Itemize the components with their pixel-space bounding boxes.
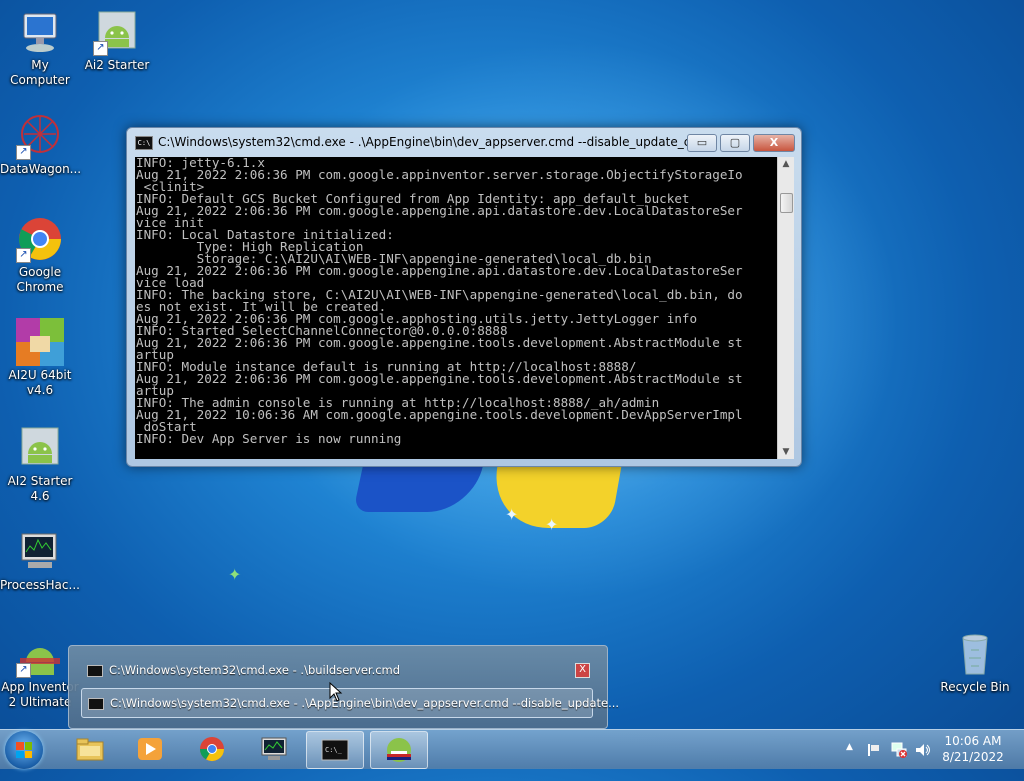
system-clock[interactable]: 10:06 AM 8/21/2022 [928, 733, 1018, 765]
taskbar-chrome[interactable] [184, 731, 240, 767]
desktop-icon-label: My Computer [10, 58, 70, 87]
taskbar-cmd[interactable]: C:\_ [306, 731, 364, 769]
cmd-window[interactable]: C:\ C:\Windows\system32\cmd.exe - .\AppEn… [126, 127, 802, 467]
scroll-up-arrow-icon[interactable]: ▲ [778, 157, 794, 171]
desktop-icon-label: Recycle Bin [940, 680, 1010, 694]
desktop-icon-label: AI2U 64bit v4.6 [8, 368, 72, 397]
chrome-icon [200, 737, 224, 762]
taskbar-processhacker[interactable] [246, 731, 302, 767]
taskbar-explorer[interactable] [62, 731, 118, 767]
svg-text:C:\_: C:\_ [325, 746, 343, 754]
tray-show-hidden-icon[interactable]: ▲ [846, 742, 853, 781]
android-icon: ↗ [93, 8, 141, 56]
scrollbar-thumb[interactable] [780, 193, 793, 213]
windows-logo-icon [16, 742, 32, 758]
desktop-icon-ai2u[interactable]: AI2U 64bit v4.6 [0, 318, 80, 398]
processhacker-icon [16, 528, 64, 576]
clock-time: 10:06 AM [944, 734, 1002, 748]
minimize-button[interactable]: ▭ [687, 134, 717, 152]
desktop-icon-label: Ai2 Starter [84, 58, 150, 72]
shortcut-arrow-icon: ↗ [93, 41, 108, 56]
window-title: C:\Windows\system32\cmd.exe - .\AppEngin… [158, 135, 691, 149]
desktop-icon-ai2-starter-4-6[interactable]: AI2 Starter 4.6 [0, 424, 80, 504]
wallpaper-sparkle: ✦ [228, 565, 242, 584]
network-icon[interactable] [890, 741, 908, 759]
popup-close-icon[interactable]: X [575, 663, 590, 678]
shortcut-arrow-icon: ↗ [16, 663, 31, 678]
taskbar-media-player[interactable] [122, 731, 178, 767]
mouse-cursor-icon [329, 682, 343, 702]
desktop-icon-label: ProcessHac... [0, 578, 80, 592]
popup-item-buildserver[interactable]: C:\Windows\system32\cmd.exe - .\buildser… [81, 656, 581, 684]
desktop-icon-recycle-bin[interactable]: Recycle Bin [935, 630, 1015, 695]
cmd-icon [88, 697, 104, 710]
desktop-icon-label: Google Chrome [16, 265, 64, 294]
desktop-icon-label: AI2 Starter 4.6 [7, 474, 73, 503]
chrome-icon: ↗ [16, 215, 64, 263]
wallpaper-sparkle: ✦ [505, 505, 519, 524]
start-button[interactable] [5, 731, 43, 769]
cmd-icon [87, 664, 103, 677]
window-title-bar[interactable]: C:\ C:\Windows\system32\cmd.exe - .\AppEn… [135, 132, 691, 152]
ai2-starter-icon [387, 738, 411, 762]
media-player-icon [138, 738, 162, 760]
desktop-icon-my-computer[interactable]: My Computer [0, 8, 80, 88]
desktop-icon-ai2-starter[interactable]: ↗ Ai2 Starter [77, 8, 157, 73]
computer-icon [16, 8, 64, 56]
explorer-icon [76, 738, 104, 761]
vertical-scrollbar[interactable]: ▲ ▼ [777, 157, 794, 459]
desktop-icon-processhacker[interactable]: ProcessHac... [0, 528, 80, 593]
clock-date: 8/21/2022 [942, 750, 1004, 764]
datawagon-icon: ↗ [16, 112, 64, 160]
popup-item-label: C:\Windows\system32\cmd.exe - .\buildser… [109, 663, 401, 677]
cmd-icon: C:\_ [321, 739, 349, 761]
recycle-bin-icon [951, 630, 999, 678]
desktop-icon-datawagon[interactable]: ↗ DataWagon... [0, 112, 82, 177]
maximize-button[interactable]: ▢ [720, 134, 750, 152]
popup-item-label: C:\Windows\system32\cmd.exe - .\AppEngin… [110, 696, 620, 710]
taskbar-ai2-starter[interactable] [370, 731, 428, 769]
appinventor-icon: ↗ [16, 630, 64, 678]
ai2u-icon [16, 318, 64, 366]
cmd-icon: C:\ [135, 135, 153, 150]
close-button[interactable]: X [753, 134, 795, 152]
taskbar: C:\_ ▲ 10:06 AM 8/21/2022 [0, 729, 1024, 769]
shortcut-arrow-icon: ↗ [16, 248, 31, 263]
wallpaper-sparkle: ✦ [545, 515, 559, 534]
shortcut-arrow-icon: ↗ [16, 145, 31, 160]
action-center-flag-icon[interactable] [866, 742, 882, 758]
processhacker-icon [261, 737, 287, 760]
console-output[interactable]: INFO: jetty-6.1.x Aug 21, 2022 2:06:36 P… [135, 157, 777, 459]
desktop-icon-label: DataWagon... [0, 162, 82, 176]
scroll-down-arrow-icon[interactable]: ▼ [778, 445, 794, 459]
desktop-icon-google-chrome[interactable]: ↗ Google Chrome [0, 215, 80, 295]
console-text: INFO: jetty-6.1.x Aug 21, 2022 2:06:36 P… [136, 157, 743, 446]
android-icon [16, 424, 64, 472]
